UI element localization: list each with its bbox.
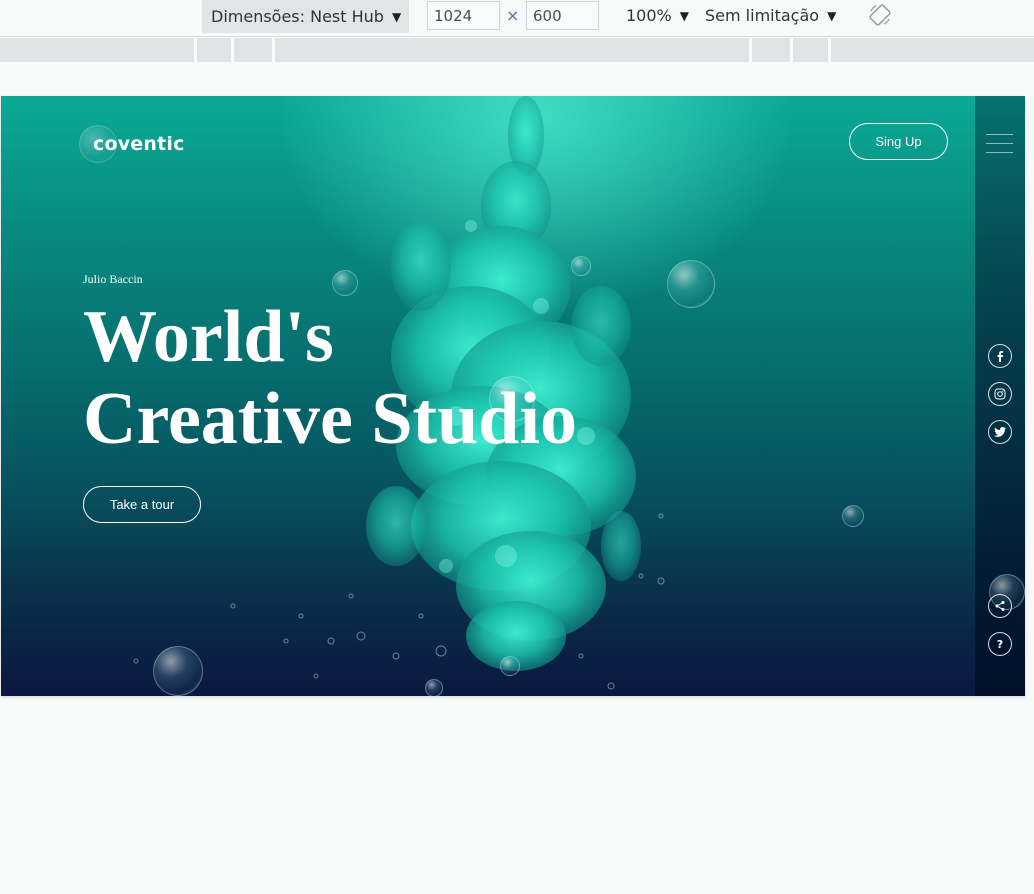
chevron-down-icon: ▼ — [827, 8, 837, 23]
bubble-decoration — [667, 260, 715, 308]
device-toolbar: Dimensões: Nest Hub ▼ × 100% ▼ Sem limit… — [0, 0, 1034, 37]
device-select[interactable]: Dimensões: Nest Hub ▼ — [202, 0, 409, 33]
help-glyph: ? — [996, 637, 1004, 651]
take-tour-button[interactable]: Take a tour — [83, 486, 201, 523]
facebook-icon[interactable] — [988, 344, 1012, 368]
ruler-divider — [194, 38, 197, 62]
bubble-decoration — [425, 679, 443, 696]
dimension-separator: × — [506, 6, 520, 25]
twitter-icon[interactable] — [988, 420, 1012, 444]
hamburger-menu-icon[interactable] — [986, 134, 1013, 158]
ruler-divider — [272, 38, 275, 62]
bubble-decoration — [842, 505, 864, 527]
throttle-label: Sem limitação — [705, 6, 820, 25]
ruler-divider — [231, 38, 234, 62]
device-select-label: Dimensões: Nest Hub — [211, 7, 384, 26]
bubble-decoration — [153, 646, 203, 696]
headline-line-2: Creative Studio — [83, 378, 578, 460]
bubble-decoration — [571, 256, 591, 276]
bubble-decoration — [332, 270, 358, 296]
headline-line-1: World's — [83, 296, 334, 378]
bubble-decoration — [500, 656, 520, 676]
zoom-label: 100% — [626, 6, 672, 25]
media-query-ruler[interactable] — [0, 38, 1034, 62]
chevron-down-icon: ▼ — [679, 8, 689, 23]
width-input[interactable] — [427, 1, 500, 30]
throttle-select[interactable]: Sem limitação ▼ — [705, 6, 836, 25]
ruler-divider — [828, 38, 831, 62]
share-icon[interactable] — [988, 594, 1012, 618]
help-icon[interactable]: ? — [988, 632, 1012, 656]
author-name: Julio Baccin — [83, 272, 143, 286]
ruler-divider — [749, 38, 752, 62]
zoom-select[interactable]: 100% ▼ — [626, 6, 689, 25]
site-logo[interactable]: coventic — [79, 124, 185, 164]
signup-button[interactable]: Sing Up — [849, 123, 948, 160]
brand-name: coventic — [93, 133, 185, 155]
instagram-icon[interactable] — [988, 382, 1012, 406]
chevron-down-icon: ▼ — [391, 9, 402, 24]
hero-headline: World's Creative Studio — [83, 296, 577, 460]
height-input[interactable] — [526, 1, 599, 30]
rotate-icon[interactable] — [868, 3, 892, 27]
ruler-divider — [790, 38, 793, 62]
device-viewport: coventic Sing Up Julio Baccin World's Cr… — [1, 96, 1025, 696]
